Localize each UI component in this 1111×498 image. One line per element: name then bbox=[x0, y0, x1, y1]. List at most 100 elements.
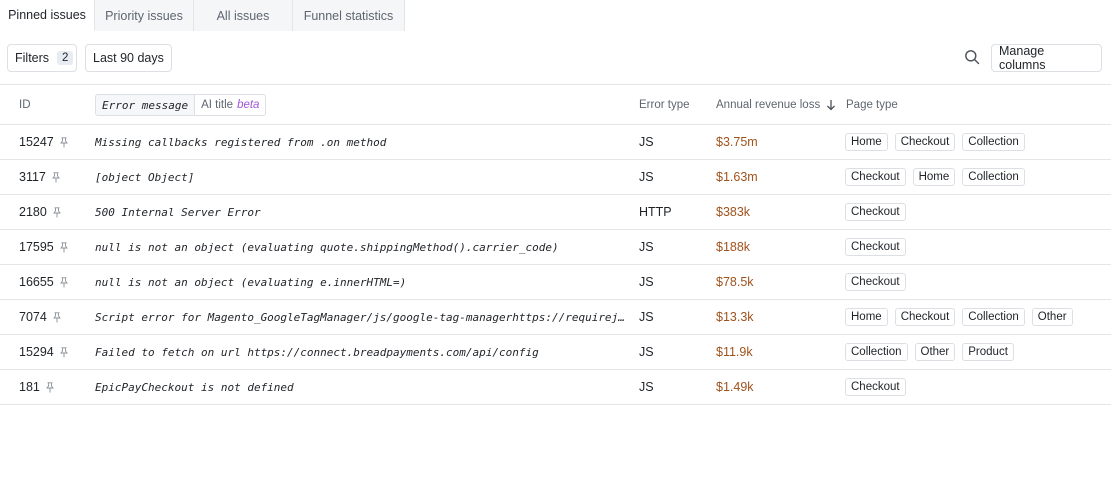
revenue-loss: $13.3k bbox=[716, 310, 754, 324]
sort-arrow-down-icon[interactable] bbox=[826, 99, 836, 111]
tab-all-issues[interactable]: All issues bbox=[194, 0, 293, 31]
pin-icon[interactable] bbox=[52, 206, 61, 218]
date-range-label: Last 90 days bbox=[93, 51, 164, 65]
message-title-toggle: Error message AI title beta bbox=[95, 94, 267, 116]
page-type-tag: Checkout bbox=[845, 203, 906, 221]
issue-id: 15294 bbox=[19, 345, 54, 359]
error-message[interactable]: 500 Internal Server Error bbox=[95, 206, 625, 219]
page-type-tag: Other bbox=[1031, 308, 1073, 326]
revenue-loss: $11.9k bbox=[716, 345, 753, 359]
page-type-tag: Collection bbox=[962, 308, 1025, 326]
revenue-loss: $383k bbox=[716, 205, 751, 219]
page-type-tags: Checkout bbox=[845, 273, 906, 291]
filters-count-badge: 2 bbox=[57, 51, 74, 65]
page-type-tag: Home bbox=[845, 133, 888, 151]
error-message[interactable]: null is not an object (evaluating quote.… bbox=[95, 241, 625, 254]
tab-priority-issues[interactable]: Priority issues bbox=[95, 0, 194, 31]
tabs-spacer bbox=[405, 0, 1111, 31]
page-type-tags: Checkout bbox=[845, 203, 906, 221]
page-type-tag: Collection bbox=[962, 168, 1025, 186]
error-message[interactable]: [object Object] bbox=[95, 171, 625, 184]
table-row[interactable]: 15247 Missing callbacks registered from .… bbox=[0, 125, 1111, 160]
search-icon[interactable] bbox=[964, 49, 980, 65]
ai-title-label: AI title bbox=[201, 99, 234, 111]
issue-id-cell: 15247 bbox=[19, 135, 68, 149]
page-type-tags: Checkout Home Collection bbox=[845, 168, 1025, 186]
page-type-tag: Checkout bbox=[845, 378, 906, 396]
pin-icon[interactable] bbox=[59, 276, 68, 288]
issue-id-cell: 15294 bbox=[19, 345, 68, 359]
table-row[interactable]: 7074 Script error for Magento_GoogleTagMa… bbox=[0, 300, 1111, 335]
issue-id-cell: 2180 bbox=[19, 205, 61, 219]
page-type-tag: Home bbox=[845, 308, 888, 326]
pin-icon[interactable] bbox=[51, 171, 60, 183]
page-type-tags: Checkout bbox=[845, 378, 906, 396]
column-header-error-type[interactable]: Error type bbox=[639, 99, 690, 111]
tab-pinned-issues[interactable]: Pinned issues bbox=[0, 0, 95, 31]
revenue-loss: $188k bbox=[716, 240, 751, 254]
tab-funnel-statistics[interactable]: Funnel statistics bbox=[293, 0, 405, 31]
revenue-loss: $3.75m bbox=[716, 135, 758, 149]
toggle-ai-title[interactable]: AI title beta bbox=[195, 95, 265, 115]
page-type-tag: Product bbox=[962, 343, 1014, 361]
table-row[interactable]: 3117 [object Object] JS $1.63m Checkout Home C… bbox=[0, 160, 1111, 195]
issues-table-body: 15247 Missing callbacks registered from .… bbox=[0, 125, 1111, 405]
page-type-tag: Checkout bbox=[845, 273, 906, 291]
error-message[interactable]: EpicPayCheckout is not defined bbox=[95, 381, 625, 394]
page-type-tag: Checkout bbox=[894, 308, 956, 326]
beta-badge: beta bbox=[237, 99, 260, 111]
error-message[interactable]: null is not an object (evaluating e.inne… bbox=[95, 276, 625, 289]
issue-id: 17595 bbox=[19, 240, 54, 254]
revenue-loss: $78.5k bbox=[716, 275, 754, 289]
page-type-tags: Checkout bbox=[845, 238, 906, 256]
column-header-revenue[interactable]: Annual revenue loss bbox=[716, 99, 836, 111]
table-row[interactable]: 2180 500 Internal Server Error HTTP $383k Ch… bbox=[0, 195, 1111, 230]
issue-id-cell: 16655 bbox=[19, 275, 68, 289]
page-type-tag: Checkout bbox=[845, 238, 906, 256]
pin-icon[interactable] bbox=[59, 241, 68, 253]
table-header: ID Error message AI title beta Error typ… bbox=[0, 85, 1111, 125]
issue-id: 3117 bbox=[19, 170, 46, 184]
page-type-tag: Home bbox=[912, 168, 956, 186]
page-type-tags: Home Checkout Collection bbox=[845, 133, 1025, 151]
table-row[interactable]: 17595 null is not an object (evaluating q… bbox=[0, 230, 1111, 265]
issue-id: 7074 bbox=[19, 310, 47, 324]
issue-id-cell: 3117 bbox=[19, 170, 60, 184]
manage-columns-button[interactable]: Manage columns bbox=[991, 44, 1102, 72]
error-type: JS bbox=[639, 380, 654, 394]
filters-button[interactable]: Filters 2 bbox=[7, 44, 77, 72]
error-type: JS bbox=[639, 240, 654, 254]
issue-id: 15247 bbox=[19, 135, 54, 149]
table-row[interactable]: 181 EpicPayCheckout is not defined JS $1.49… bbox=[0, 370, 1111, 405]
date-range-button[interactable]: Last 90 days bbox=[85, 44, 172, 72]
error-type: JS bbox=[639, 135, 654, 149]
table-row[interactable]: 15294 Failed to fetch on url https://conn… bbox=[0, 335, 1111, 370]
error-type: JS bbox=[639, 170, 654, 184]
revenue-header-label: Annual revenue loss bbox=[716, 99, 821, 111]
manage-columns-label: Manage columns bbox=[999, 44, 1046, 72]
page-type-tag: Checkout bbox=[845, 168, 906, 186]
filters-label: Filters bbox=[15, 51, 50, 65]
pin-icon[interactable] bbox=[59, 136, 68, 148]
pin-icon[interactable] bbox=[59, 346, 68, 358]
issue-id: 181 bbox=[19, 380, 40, 394]
pin-icon[interactable] bbox=[52, 311, 61, 323]
pin-icon[interactable] bbox=[45, 381, 54, 393]
table-row[interactable]: 16655 null is not an object (evaluating e… bbox=[0, 265, 1111, 300]
error-type: JS bbox=[639, 310, 654, 324]
issue-id-cell: 17595 bbox=[19, 240, 68, 254]
error-message[interactable]: Missing callbacks registered from .on me… bbox=[95, 136, 625, 149]
error-message[interactable]: Script error for Magento_GoogleTagManage… bbox=[95, 311, 625, 324]
issues-tabs: Pinned issues Priority issues All issues… bbox=[0, 0, 1111, 31]
page-type-tag: Checkout bbox=[894, 133, 956, 151]
error-message[interactable]: Failed to fetch on url https://connect.b… bbox=[95, 346, 625, 359]
page-type-tags: Collection Other Product bbox=[845, 343, 1014, 361]
issue-id-cell: 7074 bbox=[19, 310, 61, 324]
toolbar: Filters 2 Last 90 days Manage columns bbox=[0, 31, 1111, 85]
error-type: JS bbox=[639, 345, 654, 359]
issue-id-cell: 181 bbox=[19, 380, 54, 394]
column-header-page-type[interactable]: Page type bbox=[846, 99, 898, 111]
page-type-tag: Other bbox=[914, 343, 956, 361]
toggle-error-message[interactable]: Error message bbox=[96, 95, 196, 115]
column-header-id[interactable]: ID bbox=[19, 99, 31, 111]
